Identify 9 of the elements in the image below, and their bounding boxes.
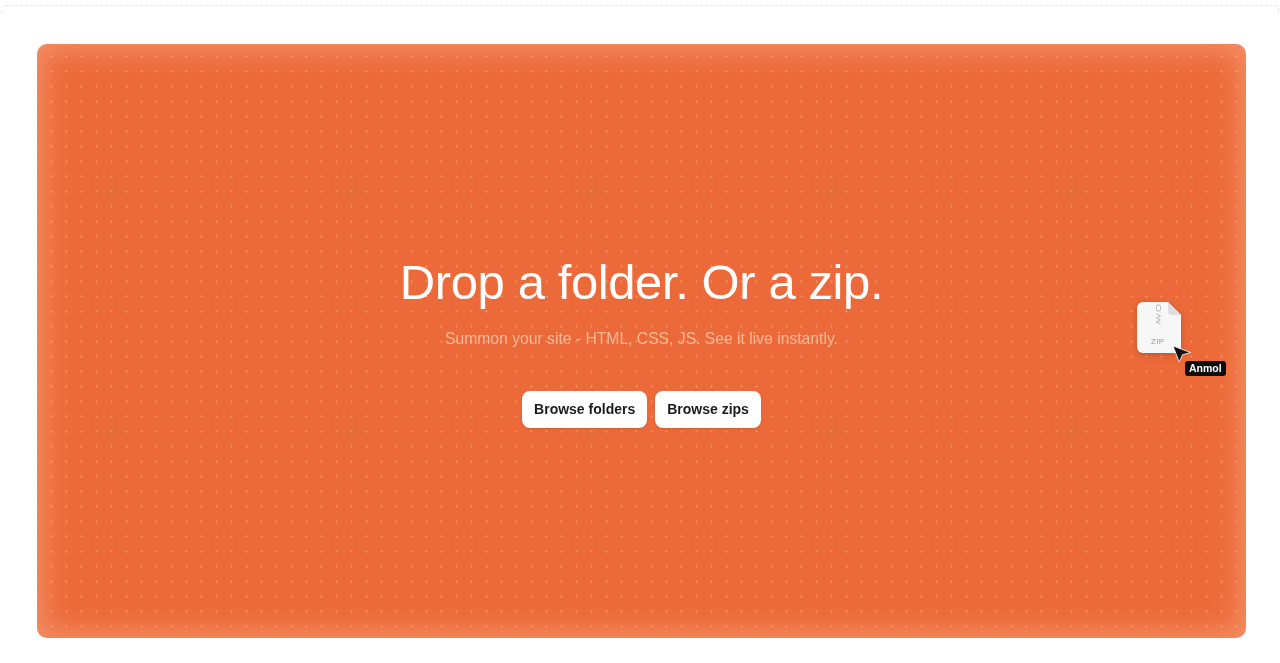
hero-subtitle: Summon your site - HTML, CSS, JS. See it live instantly. xyxy=(445,328,838,349)
hero-title: Drop a folder. Or a zip. xyxy=(399,254,884,309)
document-icon xyxy=(1137,302,1181,353)
drop-zone[interactable]: Drop a folder. Or a zip. Summon your site - HTML, CSS, JS. See it live instantly. Browse folders Browse zips ZIP Anmol xyxy=(37,44,1246,638)
cursor-icon xyxy=(1172,345,1192,363)
cursor-name-tag: Anmol xyxy=(1185,361,1226,376)
browse-button[interactable]: Browse folders xyxy=(522,390,648,428)
browse-button[interactable]: Browse zips xyxy=(655,390,761,428)
file-type-label: ZIP xyxy=(1151,337,1165,347)
